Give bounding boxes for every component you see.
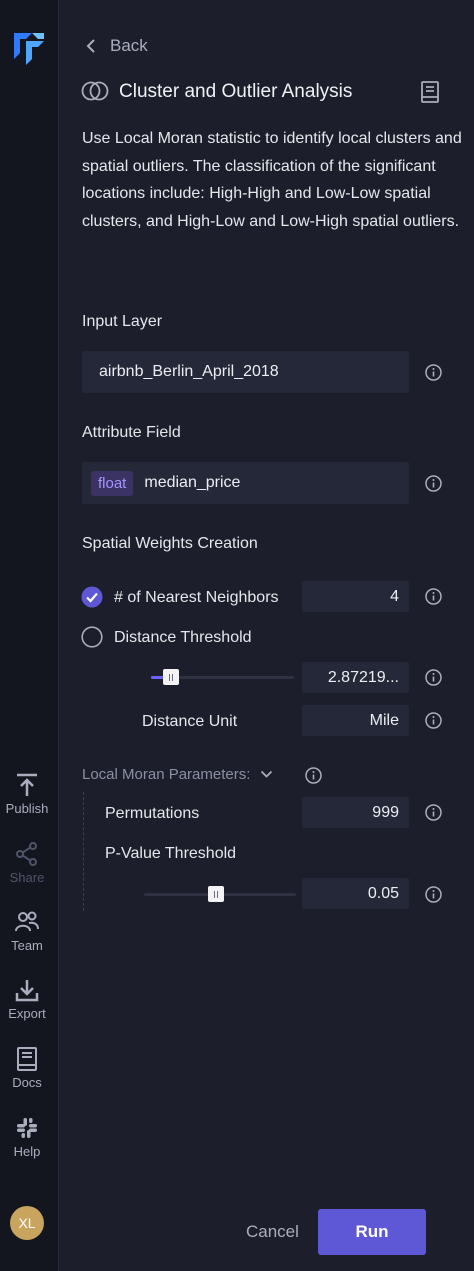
- docs-icon: [17, 1047, 37, 1071]
- sidebar-item-team[interactable]: Team: [0, 909, 54, 953]
- publish-icon: [17, 773, 37, 796]
- sidebar-item-label: Docs: [12, 1075, 42, 1090]
- permutations-label: Permutations: [105, 805, 200, 822]
- info-icon[interactable]: [425, 475, 442, 492]
- cluster-circles-icon: [81, 81, 109, 101]
- sidebar: Publish Share Team Export Docs Help XL: [0, 0, 59, 1271]
- sidebar-item-export[interactable]: Export: [0, 977, 54, 1021]
- info-icon[interactable]: [425, 712, 442, 729]
- input-layer-select[interactable]: airbnb_Berlin_April_2018: [82, 351, 409, 393]
- info-icon[interactable]: [425, 804, 442, 821]
- attribute-field-select[interactable]: float median_price: [82, 462, 409, 504]
- sidebar-item-docs[interactable]: Docs: [0, 1046, 54, 1090]
- chevron-down-icon: [261, 770, 273, 778]
- back-label: Back: [110, 36, 148, 55]
- sidebar-item-label: Share: [9, 870, 45, 885]
- distance-unit-label: Distance Unit: [142, 713, 238, 730]
- field-type-badge: float: [91, 470, 134, 496]
- spatial-weights-label: Spatial Weights Creation: [82, 535, 258, 552]
- info-icon[interactable]: [425, 886, 442, 903]
- slider-handle[interactable]: [163, 669, 180, 685]
- distance-threshold-value: 2.87219...: [327, 668, 399, 686]
- pvalue-input[interactable]: 0.05: [302, 878, 409, 909]
- back-button[interactable]: Back: [86, 36, 148, 56]
- input-layer-value: airbnb_Berlin_April_2018: [99, 363, 279, 380]
- permutations-input[interactable]: 999: [302, 797, 409, 828]
- info-icon[interactable]: [425, 669, 442, 686]
- chevron-left-icon: [86, 39, 95, 53]
- distance-radio-icon[interactable]: [81, 626, 103, 648]
- export-icon: [15, 980, 39, 1002]
- pvalue-value: 0.05: [367, 884, 399, 902]
- distance-option-label[interactable]: Distance Threshold: [114, 629, 252, 647]
- sidebar-item-label: Help: [13, 1144, 41, 1159]
- page-title: Cluster and Outlier Analysis: [119, 81, 353, 102]
- input-layer-label: Input Layer: [82, 313, 163, 330]
- info-icon[interactable]: [425, 364, 442, 381]
- distance-unit-value: Mile: [369, 711, 399, 729]
- moran-params-label: Local Moran Parameters:: [82, 766, 251, 783]
- team-icon: [15, 911, 39, 932]
- distance-threshold-input[interactable]: 2.87219...: [302, 662, 409, 693]
- cancel-button[interactable]: Cancel: [246, 1222, 299, 1242]
- sidebar-item-help[interactable]: Help: [0, 1115, 54, 1159]
- info-icon[interactable]: [305, 767, 322, 784]
- attribute-field-label: Attribute Field: [82, 424, 181, 441]
- distance-slider[interactable]: [151, 665, 294, 690]
- slider-handle[interactable]: [207, 886, 224, 902]
- sidebar-item-label: Export: [8, 1006, 46, 1021]
- analysis-panel: Back Cluster and Outlier Analysis Use Lo…: [59, 0, 474, 1271]
- sidebar-item-publish[interactable]: Publish: [0, 772, 54, 816]
- help-icon: [17, 1118, 37, 1138]
- sidebar-item-label: Publish: [5, 801, 49, 816]
- app-logo-icon[interactable]: [6, 25, 50, 65]
- info-icon[interactable]: [425, 588, 442, 605]
- knn-option-label[interactable]: # of Nearest Neighbors: [114, 589, 279, 607]
- attribute-value: median_price: [144, 474, 241, 491]
- analysis-description: Use Local Moran statistic to identify lo…: [82, 130, 462, 230]
- avatar[interactable]: XL: [10, 1206, 44, 1240]
- moran-params-toggle[interactable]: Local Moran Parameters:: [82, 766, 273, 783]
- docs-book-icon[interactable]: [420, 81, 440, 103]
- run-button[interactable]: Run: [318, 1209, 426, 1255]
- knn-radio-checked-icon[interactable]: [81, 586, 103, 608]
- distance-unit-select[interactable]: Mile: [302, 705, 409, 736]
- knn-value-input[interactable]: 4: [302, 581, 409, 612]
- pvalue-slider[interactable]: [144, 882, 296, 907]
- knn-value: 4: [390, 587, 399, 605]
- sidebar-item-label: Team: [11, 938, 43, 953]
- pvalue-label: P-Value Threshold: [105, 845, 237, 862]
- sidebar-item-share: Share: [0, 841, 54, 885]
- share-icon: [16, 842, 37, 866]
- params-group-divider: [83, 792, 84, 911]
- permutations-value: 999: [372, 803, 399, 821]
